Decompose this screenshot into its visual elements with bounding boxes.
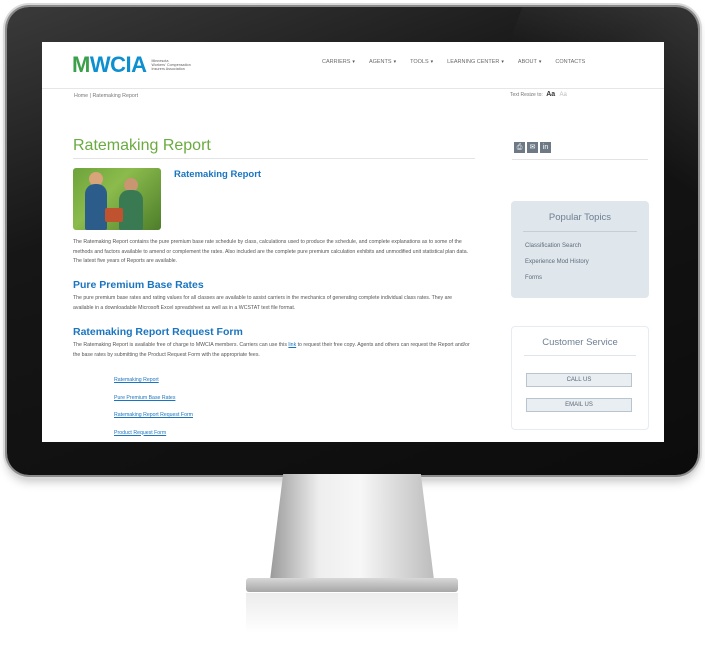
chevron-down-icon: ▾ xyxy=(538,59,542,65)
link-product-request-form[interactable]: Product Request Form xyxy=(114,430,193,436)
chevron-down-icon: ▾ xyxy=(501,59,504,65)
logo-wordmark: MWCIA xyxy=(72,52,147,77)
text-resize-control: Text Resize to: Aa Aa xyxy=(510,91,567,98)
monitor-stand xyxy=(270,474,434,580)
chevron-down-icon: ▾ xyxy=(430,59,434,65)
website-screen: MWCIA Minnesota Workers' Compensation In… xyxy=(42,42,664,442)
popular-topics-divider xyxy=(523,231,637,232)
share-toolbar: ⎙ ✉ in xyxy=(514,142,551,153)
intro-paragraph: The Ratemaking Report contains the pure … xyxy=(73,239,469,264)
chevron-down-icon: ▾ xyxy=(393,59,397,65)
email-us-button[interactable]: EMAIL US xyxy=(526,398,632,412)
customer-service-panel: Customer Service CALL US EMAIL US xyxy=(511,326,649,430)
site-logo[interactable]: MWCIA Minnesota Workers' Compensation In… xyxy=(72,50,191,80)
nav-about[interactable]: ABOUT ▾ xyxy=(518,59,541,65)
logo-tagline: Minnesota Workers' Compensation Insurers… xyxy=(151,58,191,72)
ratemaking-report-heading[interactable]: Ratemaking Report xyxy=(174,169,261,180)
nav-agents[interactable]: AGENTS ▾ xyxy=(369,59,396,65)
print-icon[interactable]: ⎙ xyxy=(514,142,525,153)
topic-forms[interactable]: Forms xyxy=(525,275,542,281)
topic-classification-search[interactable]: Classification Search xyxy=(525,243,581,249)
pure-premium-heading: Pure Premium Base Rates xyxy=(73,279,204,291)
page-title: Ratemaking Report xyxy=(73,137,211,154)
nav-tools[interactable]: TOOLS ▾ xyxy=(410,59,433,65)
monitor-reflection xyxy=(246,593,458,633)
gardeners-photo xyxy=(73,168,161,230)
nav-learning-center[interactable]: LEARNING CENTER ▾ xyxy=(447,59,504,65)
link-ratemaking-report-request-form[interactable]: Ratemaking Report Request Form xyxy=(114,412,193,418)
nav-contacts[interactable]: CONTACTS xyxy=(555,59,585,65)
site-header: MWCIA Minnesota Workers' Compensation In… xyxy=(42,42,664,89)
pure-premium-paragraph: The pure premium base rates and rating v… xyxy=(73,295,453,311)
monitor-base xyxy=(246,578,458,592)
link-ratemaking-report[interactable]: Ratemaking Report xyxy=(114,377,193,383)
text-size-large-button[interactable]: Aa xyxy=(546,91,555,98)
main-nav: CARRIERS ▾ AGENTS ▾ TOOLS ▾ LEARNING CENTER… xyxy=(322,59,599,65)
request-form-paragraph: The Ratemaking Report is available free … xyxy=(73,342,470,358)
text-size-small-button[interactable]: Aa xyxy=(560,92,567,98)
breadcrumb[interactable]: Home | Ratemaking Report xyxy=(74,93,138,99)
title-divider xyxy=(73,158,475,159)
request-link[interactable]: link xyxy=(288,342,296,348)
popular-topics-panel: Popular Topics Classification Search Exp… xyxy=(511,201,649,298)
topic-experience-mod-history[interactable]: Experience Mod History xyxy=(525,259,589,265)
email-icon[interactable]: ✉ xyxy=(527,142,538,153)
popular-topics-title: Popular Topics xyxy=(548,212,612,223)
link-pure-premium-base-rates[interactable]: Pure Premium Base Rates xyxy=(114,395,193,401)
share-divider xyxy=(512,159,648,160)
call-us-button[interactable]: CALL US xyxy=(526,373,632,387)
customer-service-divider xyxy=(524,355,636,356)
linkedin-icon[interactable]: in xyxy=(540,142,551,153)
request-form-heading: Ratemaking Report Request Form xyxy=(73,326,243,338)
chevron-down-icon: ▾ xyxy=(352,59,355,65)
customer-service-title: Customer Service xyxy=(542,337,618,348)
nav-carriers[interactable]: CARRIERS ▾ xyxy=(322,59,355,65)
download-links: Ratemaking Report Pure Premium Base Rate… xyxy=(114,377,193,442)
